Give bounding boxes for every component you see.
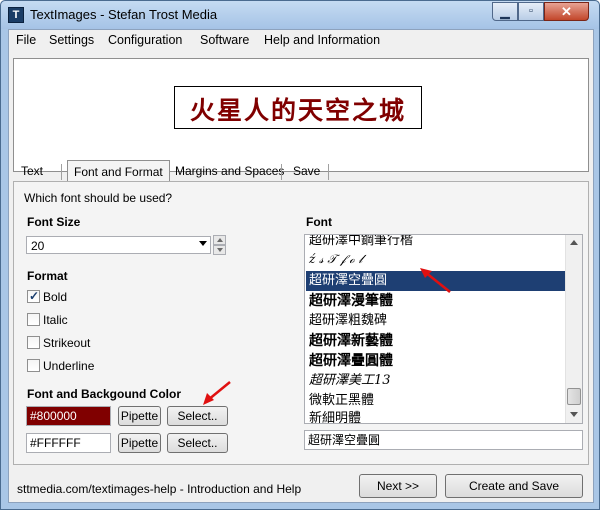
font-list-scrollbar[interactable] (565, 235, 582, 423)
font-list-item[interactable]: 超研澤美工13 (306, 371, 565, 391)
underline-label: Underline (43, 359, 95, 373)
scroll-thumb[interactable] (567, 388, 581, 405)
font-and-format-panel: Which font should be used? Font Size 20 … (13, 181, 589, 465)
tab-bar: Text Font and Format Margins and Spaces … (13, 160, 589, 182)
spinner-up-icon[interactable] (213, 235, 226, 245)
tab-save[interactable]: Save (287, 160, 326, 182)
color-label: Font and Backgound Color (27, 387, 181, 401)
next-button[interactable]: Next >> (359, 474, 437, 498)
tab-margins-and-spaces[interactable]: Margins and Spaces (169, 160, 290, 182)
menu-file[interactable]: File (16, 33, 36, 47)
font-size-spinner[interactable] (213, 235, 226, 255)
app-window: T TextImages - Stefan Trost Media ▁ ▫ ✕ … (0, 0, 600, 510)
font-list-item[interactable]: 超研澤疊圓體 (306, 351, 565, 371)
help-link[interactable]: sttmedia.com/textimages-help - Introduct… (17, 482, 301, 496)
underline-checkbox[interactable] (27, 359, 40, 372)
preview-image: 火星人的天空之城 (174, 86, 422, 129)
font-list[interactable]: 超研澤中鋼筆行楷 ź 𝓈 𝒯 𝒻 ℴ 𝓁 超研澤空疊圓 超研澤漫筆體 超研澤粗魏… (304, 234, 583, 424)
menu-settings[interactable]: Settings (49, 33, 94, 47)
format-label: Format (27, 269, 68, 283)
maximize-button[interactable]: ▫ (518, 2, 544, 21)
preview-area: 火星人的天空之城 (13, 58, 589, 172)
close-button[interactable]: ✕ (544, 2, 589, 21)
create-and-save-button[interactable]: Create and Save (445, 474, 583, 498)
background-color-select-button[interactable]: Select.. (167, 433, 228, 453)
font-color-select-button[interactable]: Select.. (167, 406, 228, 426)
tab-separator (328, 164, 329, 180)
scroll-down-icon[interactable] (566, 407, 582, 423)
scroll-up-icon[interactable] (566, 235, 582, 251)
app-icon: T (8, 7, 24, 23)
font-color-pipette-button[interactable]: Pipette (118, 406, 161, 426)
italic-checkbox[interactable] (27, 313, 40, 326)
strikeout-label: Strikeout (43, 336, 91, 350)
font-list-item[interactable]: 微軟正黑體 (306, 391, 565, 411)
chevron-down-icon[interactable] (199, 241, 207, 246)
menu-configuration[interactable]: Configuration (108, 33, 182, 47)
italic-label: Italic (43, 313, 68, 327)
bold-label: Bold (43, 290, 68, 304)
background-color-field[interactable]: #FFFFFF (26, 433, 111, 453)
tab-text[interactable]: Text (15, 160, 49, 182)
title-bar[interactable]: T TextImages - Stefan Trost Media ▁ ▫ ✕ (1, 1, 599, 29)
font-size-value: 20 (31, 239, 45, 253)
check-icon: ✓ (29, 289, 40, 303)
annotation-arrow-icon (420, 268, 451, 293)
font-list-item[interactable]: 超研澤新藝體 (306, 331, 565, 351)
minimize-button[interactable]: ▁ (492, 2, 518, 21)
window-title: TextImages - Stefan Trost Media (30, 7, 218, 22)
menu-help-and-information[interactable]: Help and Information (264, 33, 380, 47)
annotation-arrow-icon (203, 381, 231, 405)
font-list-item[interactable]: 新細明體 (306, 409, 565, 423)
font-size-label: Font Size (27, 215, 81, 229)
bold-checkbox[interactable]: ✓ (27, 289, 40, 303)
client-area: File Settings Configuration Software Hel… (8, 29, 594, 503)
font-size-select[interactable]: 20 (26, 236, 211, 254)
font-list-item[interactable]: 超研澤粗魏碑 (306, 311, 565, 331)
tab-separator (61, 164, 62, 180)
preview-text: 火星人的天空之城 (189, 96, 406, 125)
strikeout-checkbox[interactable] (27, 336, 40, 349)
selected-font-field[interactable]: 超研澤空疊圓 (304, 430, 583, 450)
spinner-down-icon[interactable] (213, 245, 226, 255)
font-question: Which font should be used? (24, 191, 173, 205)
font-label: Font (306, 215, 332, 229)
background-color-pipette-button[interactable]: Pipette (118, 433, 161, 453)
tab-separator (281, 164, 282, 180)
font-color-field[interactable]: #800000 (26, 406, 111, 426)
tab-font-and-format[interactable]: Font and Format (67, 160, 170, 182)
menu-software[interactable]: Software (200, 33, 249, 47)
menu-bar: File Settings Configuration Software Hel… (9, 30, 593, 51)
